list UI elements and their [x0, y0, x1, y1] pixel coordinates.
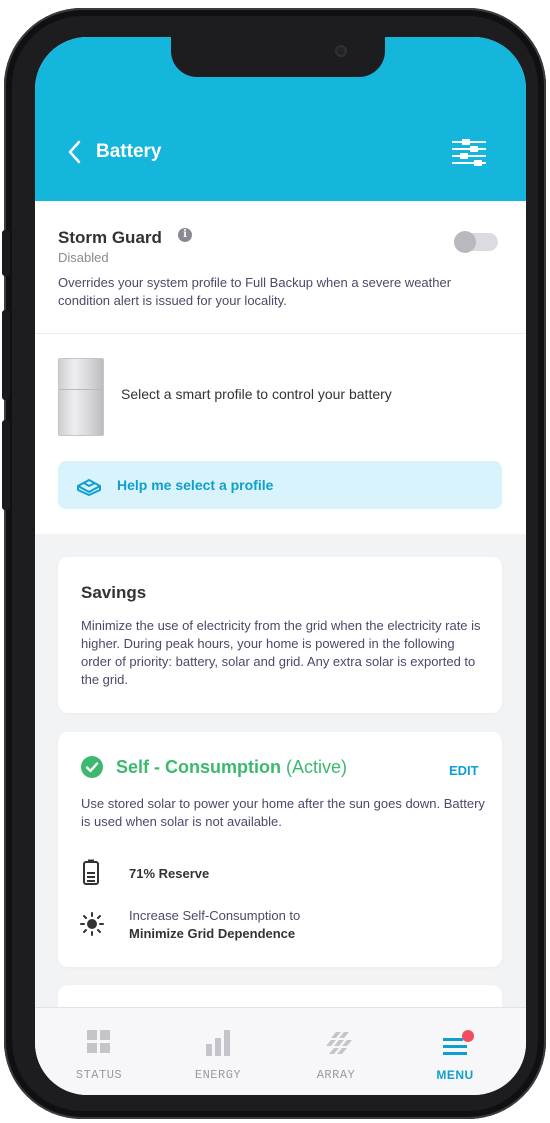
back-button[interactable]: [63, 137, 89, 167]
camera-icon: [335, 45, 347, 57]
check-circle-icon: [81, 756, 103, 778]
battery-unit-image: [58, 358, 104, 436]
tab-energy[interactable]: ENERGY: [168, 1008, 268, 1095]
volume-up-button: [2, 310, 10, 400]
notification-badge: [462, 1030, 474, 1042]
reserve-label: 71% Reserve: [129, 866, 210, 881]
goal-line-1: Increase Self-Consumption to: [129, 908, 301, 923]
chevron-left-icon: [68, 140, 81, 164]
battery-icon: [83, 859, 99, 885]
tab-status-label: STATUS: [75, 1068, 123, 1082]
savings-title: Savings: [81, 583, 147, 602]
tab-array[interactable]: ARRAY: [286, 1008, 386, 1095]
tab-array-label: ARRAY: [316, 1068, 356, 1082]
bottom-tab-bar: STATUS ENERGY ARRAY MENU: [35, 1007, 526, 1095]
mute-switch: [2, 230, 10, 276]
profile-settings-button[interactable]: [450, 137, 488, 167]
app-screen: Battery Storm Guard i Disabled Overrides…: [35, 37, 526, 1095]
help-select-profile-label: Help me select a profile: [117, 477, 274, 493]
storm-guard-title: Storm Guard: [58, 228, 162, 247]
sun-icon: [80, 912, 104, 936]
bar-chart-icon: [206, 1030, 230, 1056]
grid-icon: [87, 1030, 110, 1053]
edit-button[interactable]: EDIT: [449, 763, 479, 778]
tab-energy-label: ENERGY: [194, 1068, 242, 1082]
tab-status[interactable]: STATUS: [49, 1008, 149, 1095]
storm-guard-description: Overrides your system profile to Full Ba…: [58, 275, 452, 308]
storm-guard-toggle[interactable]: [454, 231, 498, 253]
help-select-profile-button[interactable]: Help me select a profile: [58, 461, 502, 509]
page-title: Battery: [96, 141, 162, 162]
profile-prompt: Select a smart profile to control your b…: [121, 386, 392, 402]
active-status: (Active): [286, 757, 348, 777]
savings-profile-card[interactable]: Savings Minimize the use of electricity …: [58, 557, 502, 713]
toggle-knob: [454, 231, 476, 253]
savings-description: Minimize the use of electricity from the…: [81, 618, 481, 687]
self-consumption-profile-card[interactable]: Self - Consumption (Active) EDIT Use sto…: [58, 732, 502, 967]
self-consumption-name: Self - Consumption: [116, 757, 281, 777]
sliders-icon: [452, 139, 486, 166]
storm-guard-section: Storm Guard i Disabled Overrides your sy…: [35, 201, 526, 334]
volume-down-button: [2, 420, 10, 510]
tab-menu[interactable]: MENU: [405, 1008, 505, 1095]
goal-line-2: Minimize Grid Dependence: [129, 926, 296, 941]
self-consumption-description: Use stored solar to power your home afte…: [81, 796, 485, 829]
info-icon[interactable]: i: [178, 228, 192, 242]
tab-menu-label: MENU: [436, 1068, 474, 1082]
menu-icon: [443, 1030, 474, 1055]
notch: [171, 37, 385, 77]
book-icon: [77, 479, 101, 496]
storm-guard-status: Disabled: [58, 250, 109, 265]
self-consumption-title: Self - Consumption (Active): [116, 757, 347, 778]
solar-array-icon: [326, 1032, 352, 1054]
profile-selection-section: Select a smart profile to control your b…: [35, 334, 526, 534]
